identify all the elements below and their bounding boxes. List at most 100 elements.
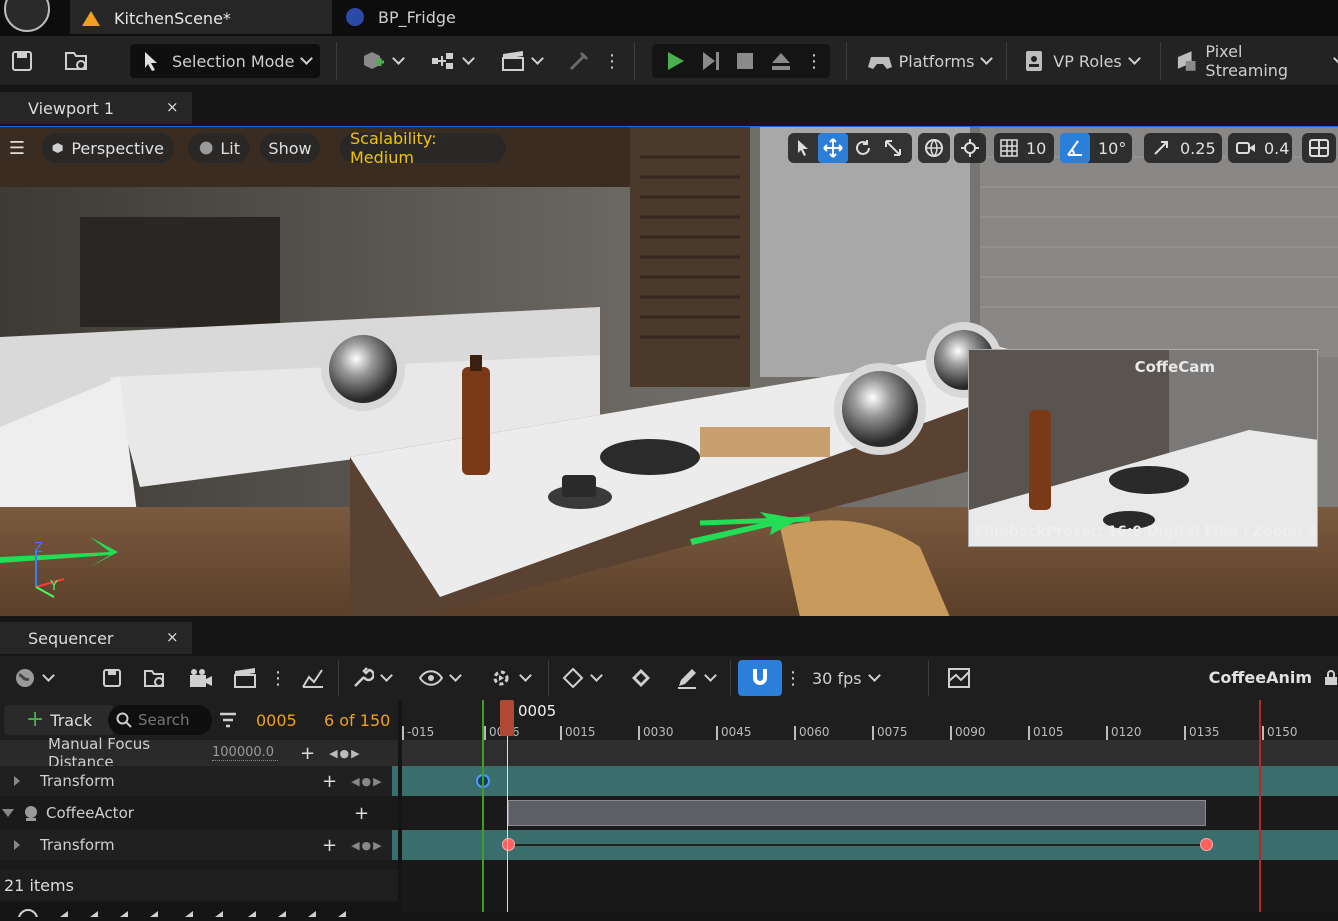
search-input[interactable] (138, 711, 210, 729)
viewport-menu-icon[interactable]: ☰ (4, 133, 30, 163)
tab-sequencer[interactable]: Sequencer (0, 622, 192, 654)
auto-key-icon[interactable] (626, 661, 656, 695)
build-icon[interactable] (564, 44, 594, 78)
playhead-handle[interactable] (500, 700, 514, 736)
surface-snap-icon[interactable] (954, 133, 986, 163)
key-nav-icon[interactable]: ◀●▶ (351, 775, 384, 788)
sequence-name[interactable]: CoffeeAnim (1200, 668, 1312, 687)
level-viewport[interactable]: CoffeCam FilmbackPreset: 16:9 Digital Fi… (0, 126, 1338, 616)
unreal-logo-icon[interactable] (4, 0, 50, 32)
pixel-streaming-dropdown[interactable]: Pixel Streaming (1174, 42, 1338, 80)
sequencer-tab-bar (0, 616, 1338, 656)
sequencer-toolbar: ⋮ ⋮ 30 fps CoffeeAnim (0, 656, 1338, 700)
lit-button[interactable]: Lit (188, 133, 250, 163)
track-row-focus-distance[interactable]: Manual Focus Distance 100000.0 + ◀●▶ (0, 735, 398, 771)
tab-label: BP_Fridge (378, 7, 456, 27)
add-key-icon[interactable]: + (322, 835, 337, 856)
focus-distance-value[interactable]: 100000.0 (212, 745, 278, 761)
close-viewport-icon[interactable]: × (166, 98, 179, 116)
lock-icon[interactable] (1324, 670, 1338, 686)
current-frame-field[interactable]: 0005 (256, 711, 297, 730)
rotation-snap-button[interactable]: 10° (1060, 133, 1132, 163)
expand-arrow-icon[interactable] (14, 776, 24, 786)
add-actor-icon[interactable] (356, 44, 406, 78)
rotate-tool-icon[interactable] (848, 139, 878, 157)
track-row-transform[interactable]: Transform + ◀●▶ (0, 830, 398, 860)
cinematics-icon[interactable] (496, 44, 546, 78)
add-key-icon[interactable]: + (300, 743, 315, 764)
view-options-eye-icon[interactable] (414, 661, 464, 695)
track-row-transform[interactable]: Transform + ◀●▶ (0, 766, 398, 796)
play-icon[interactable] (660, 44, 690, 78)
more-options-icon[interactable]: ⋮ (603, 44, 621, 78)
keyframe[interactable] (502, 838, 515, 851)
cube-icon (52, 142, 63, 154)
key-nav-icon[interactable]: ◀●▶ (351, 839, 384, 852)
close-sequencer-icon[interactable]: × (166, 628, 179, 646)
show-button[interactable]: Show (260, 133, 320, 163)
scale-tool-icon[interactable] (878, 139, 908, 157)
tab-bp-fridge[interactable]: BP_Fridge (334, 0, 564, 34)
keyframe[interactable] (1200, 838, 1213, 851)
layout-icon[interactable] (1302, 133, 1336, 163)
show-label: Show (268, 138, 312, 158)
camera-cut-icon[interactable] (944, 661, 974, 695)
add-track-to-actor-icon[interactable]: + (354, 803, 369, 824)
selection-mode-dropdown[interactable]: Selection Mode (130, 44, 320, 78)
fps-label: 30 fps (812, 668, 862, 688)
track-search-field[interactable] (108, 705, 212, 735)
grid-snap-button[interactable]: 10 (994, 133, 1054, 163)
transform-lane[interactable] (402, 766, 1338, 796)
select-tool-icon[interactable] (788, 139, 818, 157)
playback-options-icon[interactable] (482, 661, 536, 695)
translate-tool-icon[interactable] (818, 133, 848, 163)
camera-speed-button[interactable]: 0.4 (1228, 133, 1292, 163)
snap-magnet-icon[interactable] (738, 660, 782, 696)
playback-end-marker[interactable] (1259, 700, 1261, 912)
stop-icon[interactable] (732, 44, 758, 78)
selection-mode-label: Selection Mode (172, 51, 295, 71)
playback-start-marker[interactable] (482, 700, 484, 912)
angle-icon (1060, 133, 1090, 163)
clapperboard-icon[interactable] (230, 661, 260, 695)
find-in-browser-icon[interactable] (140, 661, 170, 695)
sequencer-more-icon[interactable]: ⋮ (269, 661, 287, 695)
key-interp-icon[interactable] (556, 661, 606, 695)
blueprint-menu-icon[interactable] (426, 44, 476, 78)
eject-icon[interactable] (766, 44, 796, 78)
tab-viewport-1[interactable]: Viewport 1 (0, 92, 192, 124)
sequencer-timeline[interactable]: -015 0006 0015 0030 0045 0060 0075 0090 … (402, 700, 1338, 912)
actor-section-bar[interactable] (508, 800, 1206, 826)
filter-icon[interactable] (218, 710, 238, 730)
edit-pencil-icon[interactable] (670, 661, 720, 695)
play-options-icon[interactable]: ⋮ (805, 44, 823, 78)
tools-wrench-icon[interactable] (346, 661, 396, 695)
browse-content-icon[interactable] (60, 44, 94, 78)
platforms-dropdown[interactable]: Platforms (864, 44, 994, 78)
render-movie-icon[interactable] (186, 661, 216, 695)
collapse-arrow-icon[interactable] (2, 809, 14, 817)
expand-arrow-icon[interactable] (14, 840, 24, 850)
advance-frame-icon[interactable] (696, 44, 726, 78)
save-sequence-icon[interactable] (100, 661, 124, 695)
scale-snap-button[interactable]: 0.25 (1144, 133, 1222, 163)
playhead-line (507, 736, 508, 912)
curve-editor-icon[interactable] (298, 661, 328, 695)
scale-snap-icon (1154, 141, 1168, 155)
snap-options-icon[interactable]: ⋮ (784, 661, 802, 695)
tab-kitchenscene[interactable]: KitchenScene* (70, 0, 332, 34)
add-track-button[interactable]: + Track (4, 705, 114, 735)
lit-sphere-icon (199, 141, 213, 155)
add-key-icon[interactable]: + (322, 771, 337, 792)
world-space-icon[interactable] (918, 133, 950, 163)
fps-dropdown[interactable]: 30 fps (812, 661, 898, 695)
actor-row-coffeeactor[interactable]: CoffeeActor + (0, 796, 398, 830)
save-icon[interactable] (8, 44, 36, 78)
blueprint-icon (346, 8, 364, 26)
perspective-button[interactable]: Perspective (42, 133, 174, 163)
vp-roles-dropdown[interactable]: VP Roles (1020, 44, 1142, 78)
world-menu-icon[interactable] (8, 661, 58, 695)
key-nav-icon[interactable]: ◀●▶ (329, 747, 362, 760)
scalability-warning[interactable]: Scalability: Medium (340, 129, 506, 167)
toolbar-divider (730, 660, 731, 696)
